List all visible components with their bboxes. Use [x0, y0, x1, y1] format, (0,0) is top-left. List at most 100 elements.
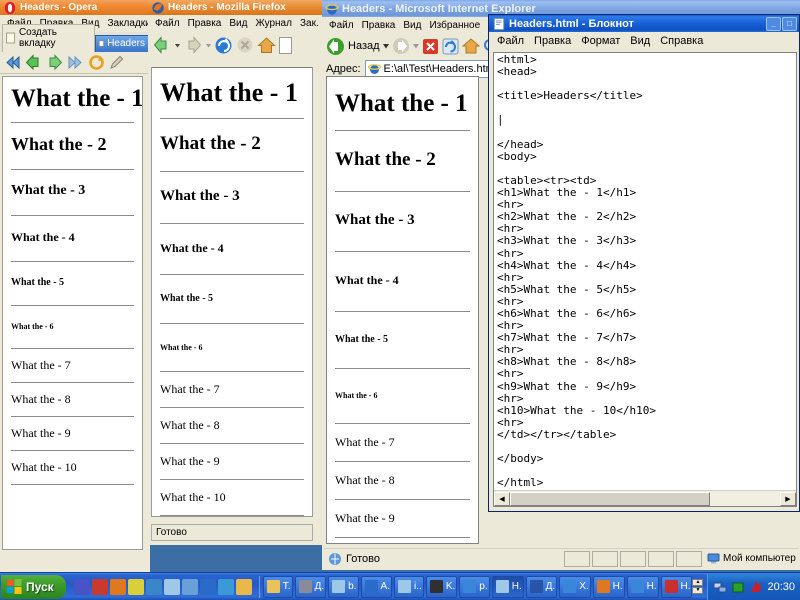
system-tray[interactable]: 20:30 [707, 573, 800, 600]
rule-9 [335, 537, 470, 539]
document-icon[interactable] [181, 578, 198, 595]
ie-status-pane-3 [620, 550, 646, 567]
opera-new-tab-label: Создать вкладку [18, 27, 57, 49]
notepad-titlebar[interactable]: Headers.html - Блокнот _ □ [489, 15, 799, 32]
back-icon[interactable] [326, 37, 345, 56]
firefox-toolbar[interactable] [148, 32, 324, 58]
chevron-down-icon[interactable] [175, 43, 180, 48]
media-player-icon[interactable] [73, 578, 90, 595]
scroll-track[interactable] [510, 491, 780, 506]
ie-menu-view[interactable]: Вид [399, 19, 425, 32]
fast-forward-icon[interactable] [66, 54, 85, 71]
opera-toolbar[interactable] [0, 52, 150, 74]
taskbar-task-2[interactable]: b. [328, 575, 359, 598]
ie-status-pane-2 [592, 550, 618, 567]
opera-titlebar[interactable]: Headers - Opera [0, 0, 150, 15]
ie-icon[interactable] [199, 578, 216, 595]
scroll-left-arrow-icon[interactable]: ◀ [494, 491, 510, 506]
rule-8 [160, 443, 304, 445]
back-icon[interactable] [152, 35, 172, 55]
folder-icon[interactable] [235, 578, 252, 595]
heading-h9: What the - 9 [335, 511, 395, 526]
taskbar-task-4[interactable]: i.. [393, 575, 424, 598]
taskbar-task-7[interactable]: H. [491, 575, 524, 598]
ff-menu-bookmarks[interactable]: Зак. [296, 17, 323, 30]
ff-menu-file[interactable]: Файл [151, 17, 184, 30]
taskbar-task-0[interactable]: T. [262, 575, 293, 598]
ie-security-zone[interactable]: Мой компьютер [704, 550, 798, 567]
minimize-button[interactable]: _ [766, 16, 781, 31]
np-menu-format[interactable]: Формат [576, 34, 625, 48]
clock[interactable]: 20:30 [767, 581, 795, 593]
save-icon[interactable] [127, 578, 144, 595]
notepad-menubar[interactable]: Файл Правка Формат Вид Справка [489, 32, 799, 49]
opera-title-text: Headers - Opera [20, 2, 98, 13]
opera-new-tab-button[interactable]: Создать вкладку [2, 24, 95, 52]
np-menu-view[interactable]: Вид [625, 34, 655, 48]
taskbar-task-6[interactable]: p. [459, 575, 490, 598]
notepad-window-buttons[interactable]: _ □ [766, 16, 797, 31]
home-icon[interactable] [257, 36, 276, 55]
np-menu-file[interactable]: Файл [492, 34, 529, 48]
back-icon[interactable] [24, 54, 43, 71]
ff-menu-view[interactable]: Вид [225, 17, 251, 30]
network-icon[interactable] [713, 580, 727, 594]
maximize-button[interactable]: □ [782, 16, 797, 31]
np-menu-help[interactable]: Справка [655, 34, 708, 48]
taskbar-task-10[interactable]: H. [592, 575, 625, 598]
notepad-horizontal-scrollbar[interactable]: ◀ ▶ [494, 490, 796, 506]
home-icon[interactable] [461, 37, 480, 55]
rule-3 [160, 223, 304, 225]
internet-icon[interactable] [217, 578, 234, 595]
ff-menu-edit[interactable]: Правка [184, 17, 226, 30]
scroll-down-arrow-icon[interactable]: ▼ [692, 587, 704, 594]
notepad-text-area[interactable]: <html> <head> <title>Headers</title> | <… [493, 52, 797, 507]
rewind-icon[interactable] [3, 54, 22, 71]
notepad-icon[interactable] [163, 578, 180, 595]
quick-launch-bar[interactable] [70, 578, 256, 595]
ie-back-button[interactable]: Назад [326, 37, 380, 56]
taskbar-task-3[interactable]: A. [360, 575, 392, 598]
opera-tab-headers[interactable]: Headers [94, 35, 150, 52]
task-list[interactable]: T. Д. b. A. i.. K. p. H. Д. X. H. H. H. [262, 575, 693, 598]
taskbar-separator [258, 575, 260, 598]
scroll-right-arrow-icon[interactable]: ▶ [780, 491, 796, 506]
reload-icon[interactable] [214, 36, 233, 55]
address-icon[interactable] [279, 36, 292, 54]
kaspersky-icon[interactable] [749, 580, 763, 594]
ie-menu-edit[interactable]: Правка [358, 19, 400, 32]
start-button[interactable]: Пуск [1, 574, 66, 599]
taskbar-task-5[interactable]: K. [425, 575, 458, 598]
scroll-up-arrow-icon[interactable]: ▲ [692, 579, 704, 586]
taskbar-task-12[interactable]: H. [660, 575, 693, 598]
chevron-down-icon[interactable] [382, 43, 389, 49]
task-label: H. [646, 581, 657, 592]
taskbar-task-1[interactable]: Д. [294, 575, 327, 598]
firefox-menubar[interactable]: Файл Правка Вид Журнал Зак. [148, 15, 324, 32]
window-notepad[interactable]: Headers.html - Блокнот _ □ Файл Правка Ф… [488, 14, 800, 512]
battery-icon[interactable] [731, 580, 745, 594]
firefox-icon[interactable] [109, 578, 126, 595]
firefox-titlebar[interactable]: Headers - Mozilla Firefox [148, 0, 324, 15]
refresh-icon[interactable] [442, 38, 459, 55]
stop-icon[interactable] [422, 38, 439, 55]
np-menu-edit[interactable]: Правка [529, 34, 576, 48]
window-firefox[interactable]: Headers - Mozilla Firefox Файл Правка Ви… [148, 0, 324, 545]
ie-menu-favorites[interactable]: Избранное [425, 19, 484, 32]
taskbar-task-8[interactable]: Д. [525, 575, 558, 598]
forward-icon[interactable] [45, 54, 64, 71]
taskbar-task-11[interactable]: H. [626, 575, 659, 598]
paint-icon[interactable] [91, 578, 108, 595]
window-opera[interactable]: Headers - Opera Файл Правка Вид Закладки… [0, 0, 151, 572]
edit-icon[interactable] [108, 54, 125, 71]
opera-tabstrip[interactable]: Создать вкладку Headers [0, 24, 150, 52]
reload-icon[interactable] [87, 54, 106, 71]
taskbar[interactable]: Пуск T. Д. b. A. i.. K. p. H. Д. X. H. H. H. ▲ ▼ [0, 572, 800, 600]
taskbar-task-9[interactable]: X. [559, 575, 591, 598]
scroll-thumb[interactable] [510, 491, 710, 506]
opera-icon[interactable] [145, 578, 162, 595]
ie-menu-file[interactable]: Файл [325, 19, 358, 32]
task-scroll-spinner[interactable]: ▲ ▼ [692, 579, 704, 594]
notepad-source-text[interactable]: <html> <head> <title>Headers</title> | <… [494, 53, 796, 490]
ff-menu-history[interactable]: Журнал [251, 17, 296, 30]
